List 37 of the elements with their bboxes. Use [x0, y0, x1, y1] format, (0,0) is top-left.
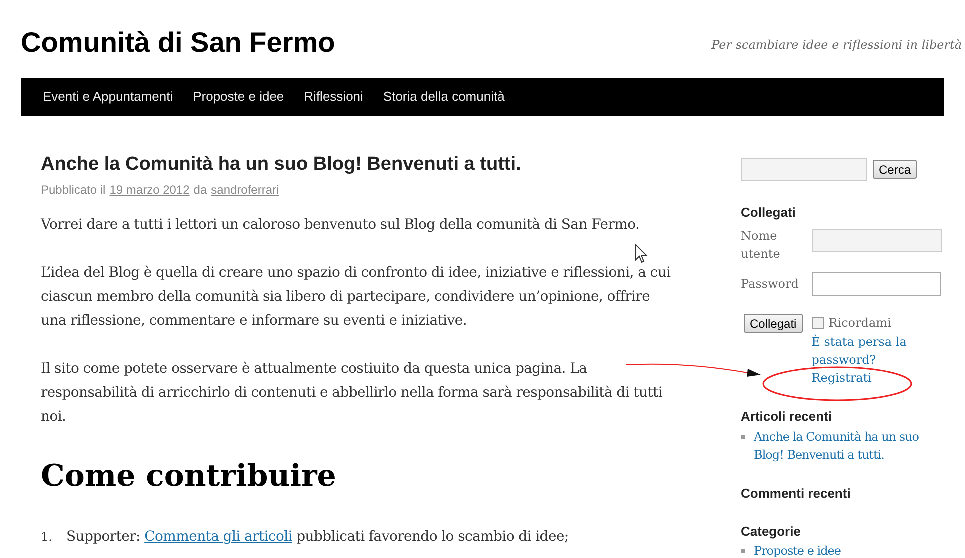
- widget-title: Articoli recenti: [741, 408, 834, 426]
- post-title[interactable]: Anche la Comunità ha un suo Blog! Benvenuti a tutti.: [41, 153, 673, 177]
- widget-title: Categorie: [741, 522, 802, 541]
- author-link[interactable]: sandroferrari: [211, 181, 280, 199]
- field-label: Nome utente: [741, 228, 782, 262]
- search-field[interactable]: [741, 158, 867, 181]
- nav-link[interactable]: Eventi e Appuntamenti: [43, 87, 174, 107]
- field-label: Password: [741, 276, 800, 292]
- sidebar-link[interactable]: Proposte e idee: [754, 542, 841, 558]
- meta-text: da: [194, 182, 208, 199]
- bullet-icon: [741, 435, 745, 439]
- bullet-icon: [741, 549, 745, 553]
- search-button[interactable]: Cerca: [873, 160, 918, 179]
- cursor-icon: [635, 244, 648, 264]
- paragraph: L’idea del Blog è quella di creare uno spazio di confronto di idee, iniziative e riflessioni, a cui ciascun membro della comunità sia libero di partecipare, condividere un’opinione, offrire una riflessione, commentare e informare su eventi e iniziative.: [41, 264, 672, 331]
- remember-checkbox[interactable]: [812, 316, 824, 328]
- checkbox-label: Ricordami: [828, 314, 892, 332]
- username-field[interactable]: [812, 228, 942, 252]
- password-field[interactable]: [812, 272, 941, 296]
- site-title[interactable]: Comunità di San Fermo: [21, 26, 336, 60]
- lost-password-link[interactable]: È stata persa la password?: [812, 332, 912, 368]
- comment-link[interactable]: Commenta gli articoli: [144, 529, 292, 545]
- list-number: 1.: [41, 529, 52, 546]
- paragraph: Il sito come potete osservare è attualmente costiuito da questa unica pagina. La responsabilità di arricchirlo di contenuti e abbellirlo nella forma sarà responsabilità di tutti noi.: [41, 360, 664, 427]
- sidebar-link[interactable]: Anche la Comunità ha un suo Blog! Benvenuti a tutti.: [754, 428, 941, 464]
- site-tagline: Per scambiare idee e riflessioni in libertà: [712, 37, 962, 54]
- nav-link[interactable]: Riflessioni: [304, 87, 364, 107]
- login-button[interactable]: Collegati: [744, 314, 803, 332]
- widget-title: Commenti recenti: [741, 485, 852, 503]
- nav-link[interactable]: Proposte e idee: [193, 87, 284, 107]
- list-item-text: Supporter: Commenta gli articoli pubblicati favorendo lo scambio di idee;: [66, 528, 569, 547]
- meta-text: Pubblicato il: [41, 182, 106, 199]
- section-heading: Come contribuire: [41, 458, 338, 496]
- date-link[interactable]: 19 marzo 2012: [110, 181, 190, 199]
- widget-title: Collegati: [741, 204, 797, 222]
- paragraph: Vorrei dare a tutti i lettori un caloroso benvenuto sul Blog della comunità di San Fermo.: [41, 216, 641, 235]
- nav-link[interactable]: Storia della comunità: [383, 87, 505, 107]
